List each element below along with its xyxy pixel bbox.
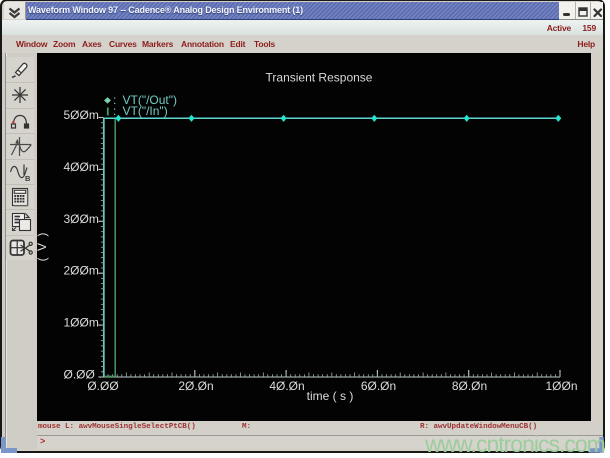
svg-text:4ØØm: 4ØØm (64, 160, 99, 174)
svg-text:Transient Response: Transient Response (266, 71, 373, 85)
svg-text:( V ): ( V ) (37, 233, 49, 262)
svg-text:B: B (25, 174, 31, 183)
svg-text:1ØØn: 1ØØn (545, 379, 577, 393)
svg-text:1ØØm: 1ØØm (64, 316, 99, 330)
svg-text:Ø.ØØ: Ø.ØØ (87, 379, 118, 393)
svg-text:6Ø.Øn: 6Ø.Øn (361, 379, 396, 393)
svg-text:4Ø.Øn: 4Ø.Øn (269, 379, 304, 393)
svg-text::: : (113, 104, 116, 118)
svg-text:2ØØm: 2ØØm (64, 264, 99, 278)
svg-text:5ØØm: 5ØØm (64, 108, 99, 122)
svg-text:3ØØm: 3ØØm (64, 212, 99, 226)
svg-text:time ( s ): time ( s ) (307, 389, 354, 403)
svg-text:2Ø.Øn: 2Ø.Øn (178, 379, 213, 393)
svg-text:VT("/In"): VT("/In") (123, 104, 168, 118)
svg-text:8Ø.Øn: 8Ø.Øn (452, 379, 487, 393)
